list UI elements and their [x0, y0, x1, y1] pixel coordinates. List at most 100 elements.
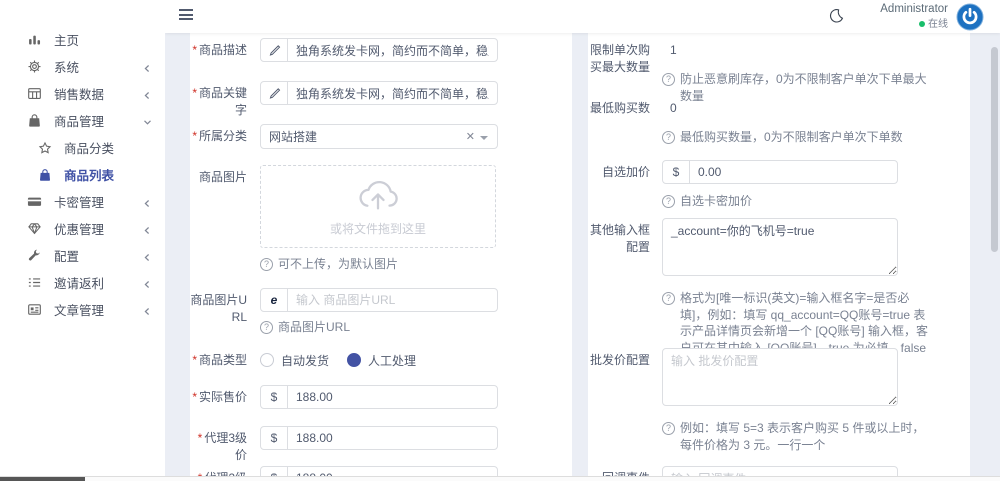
sidebar-item-label: 文章管理	[54, 304, 105, 318]
sidebar-item-discount-management[interactable]: 优惠管理	[0, 215, 165, 242]
field-label: 批发价配置	[589, 353, 650, 367]
product-description-input[interactable]	[260, 38, 498, 62]
main-content: *商品描述 *商品关键字 *所属分类 网站搭建	[165, 33, 1000, 481]
image-url-value[interactable]	[288, 289, 497, 311]
field-label: * 商品类型	[192, 353, 247, 367]
radio-auto-delivery[interactable]: 自动发货	[260, 352, 329, 369]
sidebar-item-label: 优惠管理	[54, 223, 105, 237]
sidebar-item-card-management[interactable]: 卡密管理	[0, 188, 165, 215]
image-url-input[interactable]: e	[260, 288, 498, 312]
agent3-price-input[interactable]: $	[260, 426, 498, 450]
globe-e-icon: e	[261, 289, 288, 311]
field-label: 最低购买数	[589, 101, 650, 115]
product-keywords-value[interactable]	[288, 82, 497, 104]
shopping-bag-icon	[36, 167, 53, 183]
sidebar-item-product-list[interactable]: 商品列表	[0, 161, 165, 188]
chevron-left-icon	[143, 251, 152, 265]
help-text: ? 商品图片URL	[260, 319, 498, 336]
extra-input-config-textarea[interactable]: _account=你的飞机号=true	[662, 218, 898, 276]
dollar-sign: $	[663, 161, 690, 183]
field-label: * 实际售价	[192, 390, 247, 404]
self-markup-value[interactable]	[690, 161, 897, 183]
dollar-sign: $	[261, 386, 288, 408]
user-name: Administrator	[880, 3, 948, 15]
question-icon: ?	[260, 320, 273, 334]
required-asterisk: *	[192, 390, 197, 404]
online-status: 在线	[919, 18, 948, 31]
sidebar-item-label: 销售数据	[54, 88, 105, 102]
horizontal-scrollbar-thumb[interactable]	[0, 477, 85, 481]
dollar-sign: $	[261, 427, 288, 449]
sidebar-item-label: 商品管理	[54, 115, 105, 129]
sidebar-item-home[interactable]: 主页	[0, 26, 165, 53]
help-text: ? 例如：填写 5=3 表示客户购买 5 件或以上时，每件价格为 3 元。一行一个	[662, 420, 934, 453]
chevron-left-icon	[143, 278, 152, 292]
sidebar-item-product-category[interactable]: 商品分类	[0, 134, 165, 161]
question-icon: ?	[662, 194, 675, 208]
vertical-scrollbar-thumb[interactable]	[991, 47, 998, 252]
power-logo-icon[interactable]	[956, 3, 984, 31]
gem-icon	[26, 221, 43, 237]
actual-price-value[interactable]	[288, 386, 497, 408]
required-asterisk: *	[197, 431, 203, 445]
sidebar-item-label: 邀请返利	[54, 277, 105, 291]
sidebar-item-label: 商品分类	[64, 142, 115, 156]
sidebar-item-label: 配置	[54, 250, 80, 264]
field-label: * 所属分类	[192, 129, 247, 143]
required-asterisk: *	[192, 129, 197, 143]
field-label: * 商品描述	[192, 43, 247, 57]
radio-circle-icon	[260, 353, 274, 367]
credit-card-icon	[26, 194, 43, 210]
product-form-right-panel: 限制单次购买最大数量 ?防止恶意刷库存，0为不限制客户单次下单最大数量 最低购买…	[588, 33, 970, 481]
user-info[interactable]: Administrator 在线	[880, 3, 948, 31]
field-label: 其他输入框配置	[589, 223, 650, 254]
self-markup-input[interactable]: $	[662, 160, 898, 184]
product-form-left-panel: *商品描述 *商品关键字 *所属分类 网站搭建	[190, 33, 572, 481]
field-label: 限制单次购买最大数量	[589, 43, 650, 74]
dark-mode-moon-icon[interactable]	[827, 7, 845, 30]
help-text: ? 最低购买数量，0为不限制客户单次下单数	[662, 129, 903, 146]
clear-icon[interactable]: ✕	[466, 130, 475, 143]
horizontal-scrollbar-track[interactable]	[0, 476, 1000, 481]
wholesale-config-textarea[interactable]	[662, 348, 898, 406]
dropzone-hint: 或将文件拖到这里	[329, 222, 426, 236]
required-asterisk: *	[192, 43, 197, 57]
sidebar-item-label: 主页	[54, 34, 80, 48]
category-select[interactable]: 网站搭建 ✕	[260, 124, 498, 149]
help-text: ? 自选卡密加价	[662, 193, 898, 210]
wrench-icon	[26, 248, 43, 264]
chevron-left-icon	[143, 89, 152, 103]
chevron-left-icon	[143, 62, 152, 76]
category-selected-value: 网站搭建	[269, 130, 318, 144]
field-label: 商品图片URL	[190, 293, 247, 324]
radio-manual-processing[interactable]: 人工处理	[347, 352, 416, 369]
product-keywords-input[interactable]	[260, 81, 498, 105]
sidebar-item-system[interactable]: 系统	[0, 53, 165, 80]
field-label: 自选加价	[601, 165, 650, 179]
required-asterisk: *	[192, 353, 197, 367]
chevron-down-icon	[143, 116, 152, 130]
required-asterisk: *	[192, 86, 197, 100]
product-description-value[interactable]	[288, 39, 497, 61]
sidebar-item-label: 系统	[54, 61, 80, 75]
actual-price-input[interactable]: $	[260, 385, 498, 409]
sidebar-item-product-management[interactable]: 商品管理	[0, 107, 165, 134]
agent3-price-value[interactable]	[288, 427, 497, 449]
topbar: Administrator 在线	[165, 0, 1000, 33]
image-upload-dropzone[interactable]: 或将文件拖到这里	[260, 165, 496, 248]
sidebar-item-invite-rebate[interactable]: 邀请返利	[0, 269, 165, 296]
min-purchase-input[interactable]	[662, 96, 754, 120]
chevron-left-icon	[143, 197, 152, 211]
sidebar-item-config[interactable]: 配置	[0, 242, 165, 269]
max-purchase-limit-input[interactable]	[662, 38, 754, 62]
sidebar-item-article-management[interactable]: 文章管理	[0, 296, 165, 323]
article-icon	[26, 302, 43, 318]
pencil-icon	[261, 82, 288, 104]
gear-icon	[26, 59, 43, 75]
shopping-bag-icon	[26, 113, 43, 129]
radio-circle-icon	[347, 353, 362, 367]
field-label: * 商品关键字	[192, 86, 247, 117]
hamburger-menu-icon[interactable]	[179, 9, 193, 23]
question-icon: ?	[662, 130, 675, 144]
sidebar-item-sales-data[interactable]: 销售数据	[0, 80, 165, 107]
